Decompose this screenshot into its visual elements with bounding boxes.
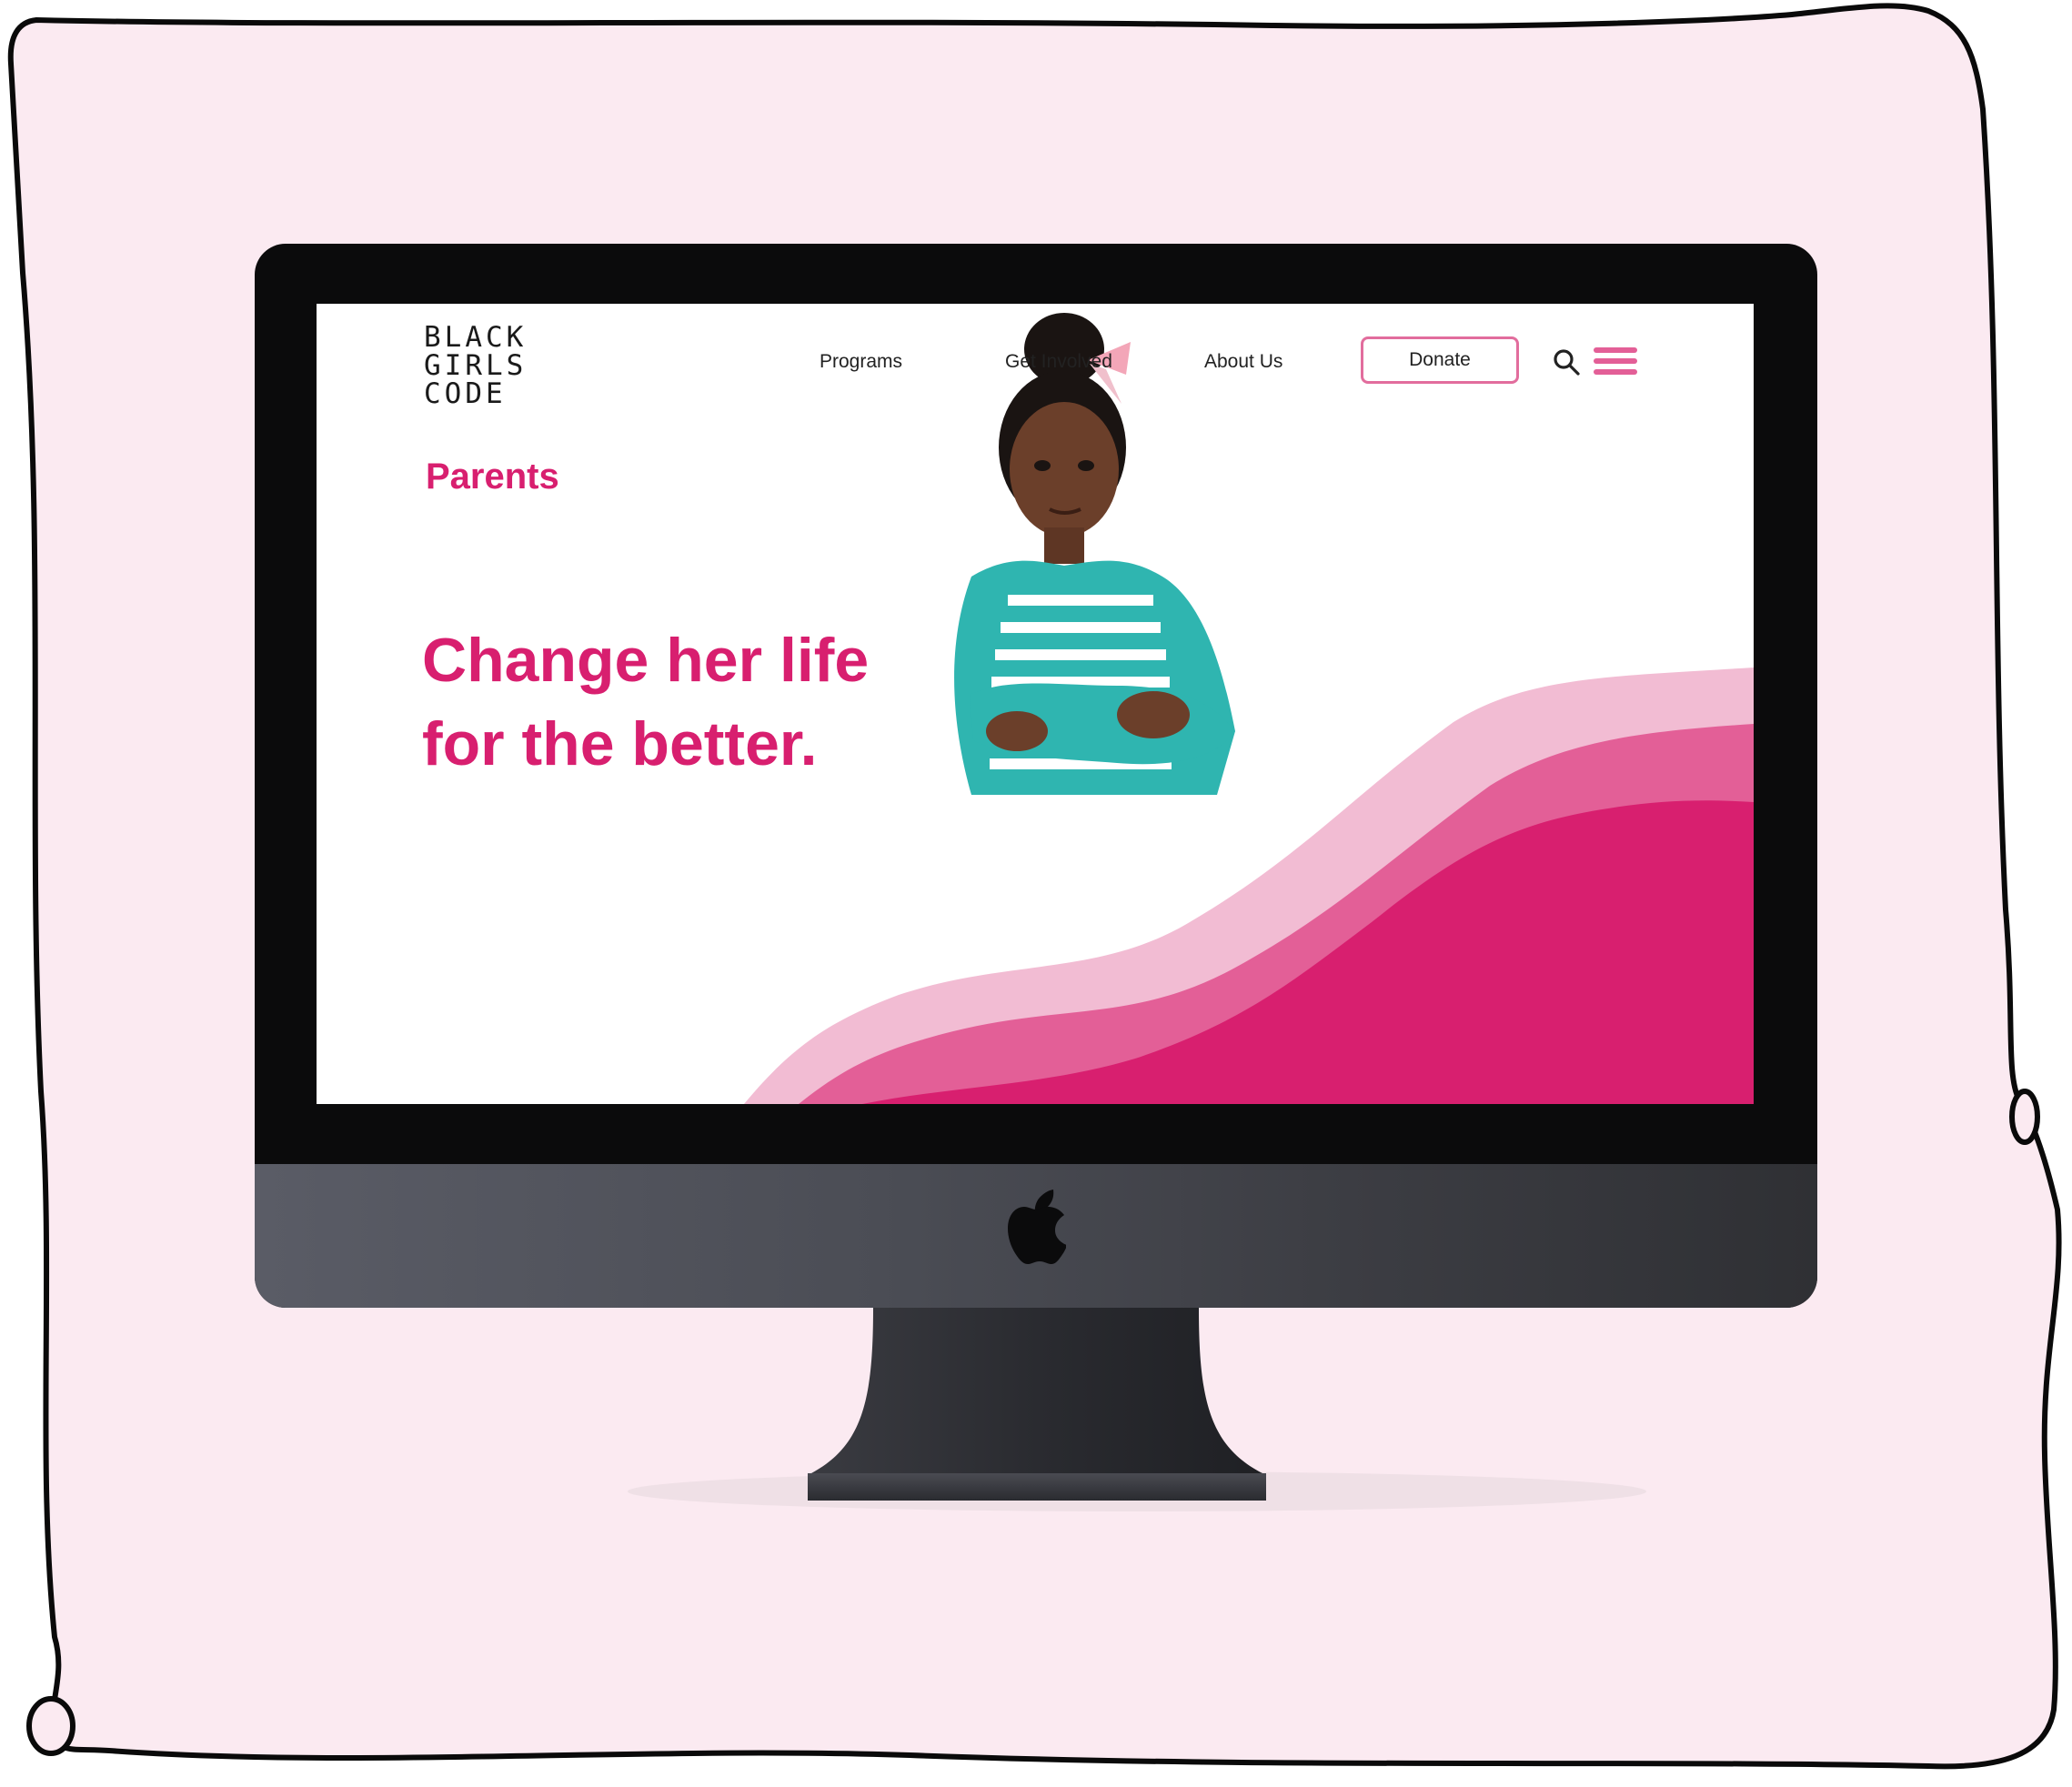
hero-headline-line-1: Change her life [422,626,870,695]
nav-link-get-involved[interactable]: Get Involved [1005,351,1112,373]
mockup-stage: BLACK GIRLS CODE Programs Get Involved A… [0,0,2072,1787]
nav-link-programs[interactable]: Programs [820,351,902,373]
section-label-parents: Parents [426,457,559,497]
logo-line-1: BLACK [424,321,528,354]
hero-headline: Change her life for the better. [422,618,931,786]
donate-button[interactable]: Donate [1361,336,1519,384]
search-icon[interactable] [1552,347,1581,376]
nav-link-about-us[interactable]: About Us [1204,351,1282,373]
website-screen: BLACK GIRLS CODE Programs Get Involved A… [317,304,1754,1104]
logo-line-3: CODE [424,377,507,410]
hamburger-menu-icon[interactable] [1594,346,1637,376]
apple-logo-icon [1008,1190,1066,1264]
hero-headline-line-2: for the better. [422,709,818,778]
black-girls-code-logo[interactable]: BLACK GIRLS CODE [424,324,551,408]
logo-line-2: GIRLS [424,349,528,382]
